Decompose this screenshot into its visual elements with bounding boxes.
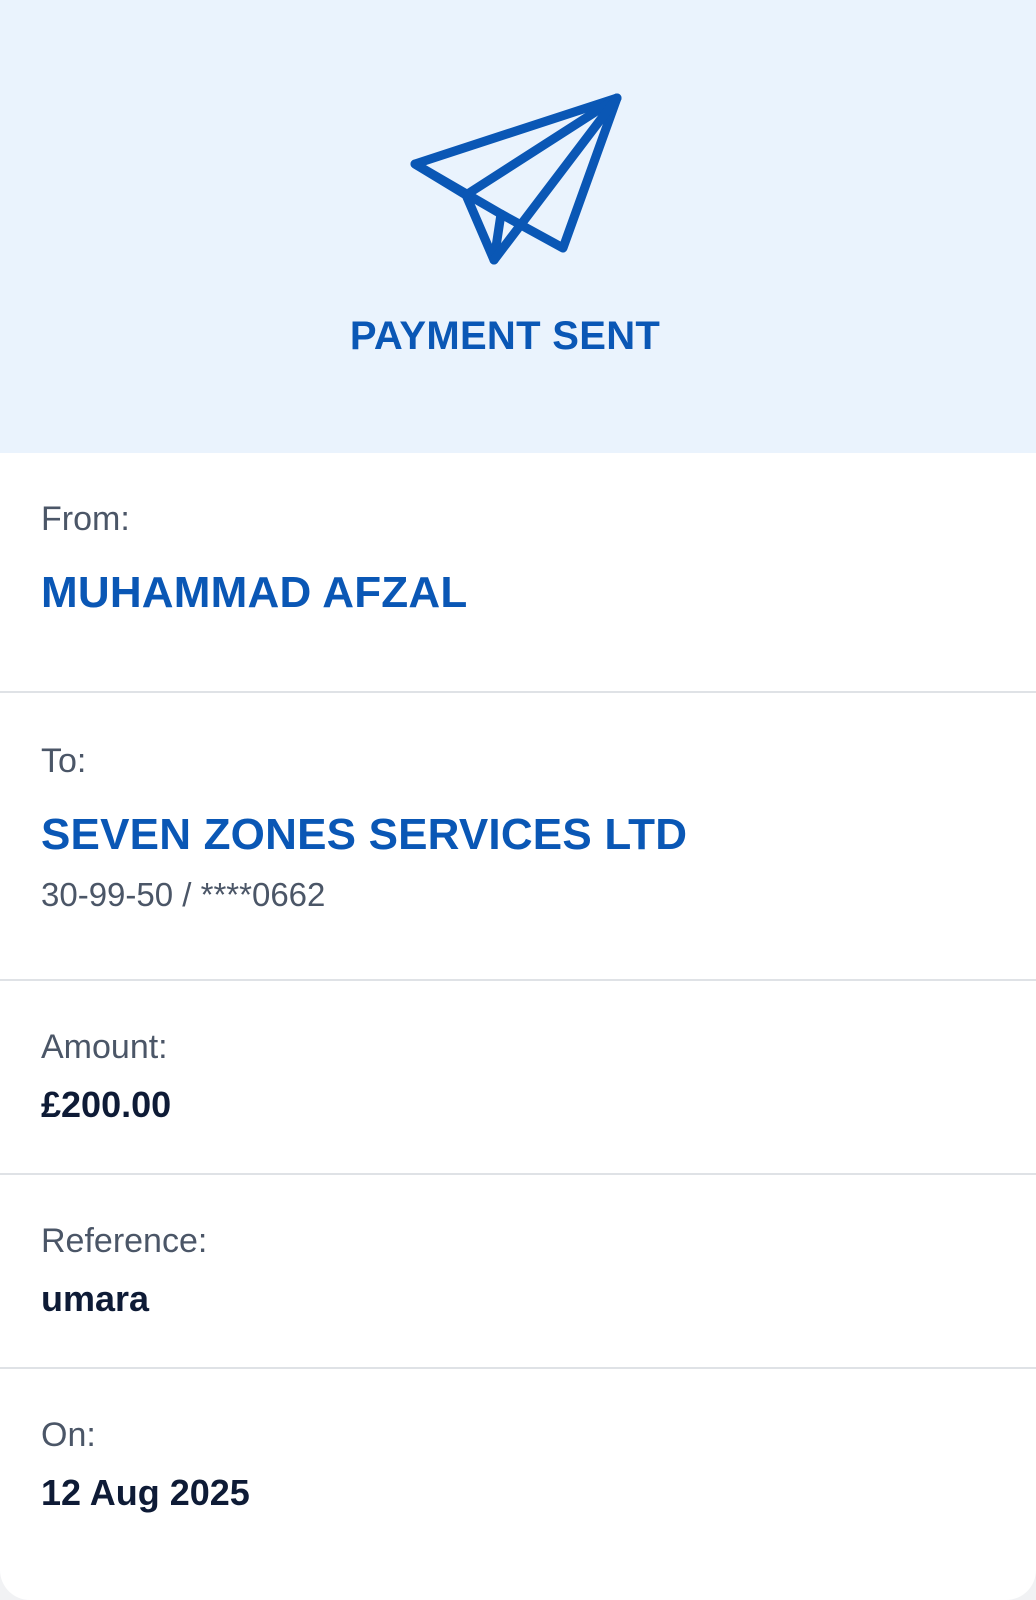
- paper-plane-icon: [410, 93, 622, 265]
- date-label: On:: [41, 1416, 96, 1454]
- date-value: 12 Aug 2025: [41, 1472, 250, 1513]
- amount-section: Amount: £200.00: [0, 981, 1036, 1175]
- reference-section: Reference: umara: [0, 1175, 1036, 1369]
- date-section: On: 12 Aug 2025: [0, 1369, 1036, 1600]
- to-label: To:: [41, 742, 87, 780]
- from-name: MUHAMMAD AFZAL: [41, 568, 468, 617]
- amount-label: Amount:: [41, 1028, 168, 1066]
- to-section: To: SEVEN ZONES SERVICES LTD 30-99-50 / …: [0, 693, 1036, 981]
- to-account-details: 30-99-50 / ****0662: [41, 876, 326, 913]
- payment-sent-title: PAYMENT SENT: [349, 314, 661, 358]
- payment-sent-header: PAYMENT SENT: [0, 0, 1036, 453]
- amount-value: £200.00: [41, 1084, 172, 1125]
- from-section: From: MUHAMMAD AFZAL: [0, 453, 1036, 693]
- reference-label: Reference:: [41, 1222, 208, 1260]
- reference-value: umara: [41, 1278, 150, 1319]
- to-name: SEVEN ZONES SERVICES LTD: [41, 810, 688, 859]
- payment-confirmation-card: PAYMENT SENT From: MUHAMMAD AFZAL To: SE…: [0, 0, 1036, 1600]
- from-label: From:: [41, 500, 130, 538]
